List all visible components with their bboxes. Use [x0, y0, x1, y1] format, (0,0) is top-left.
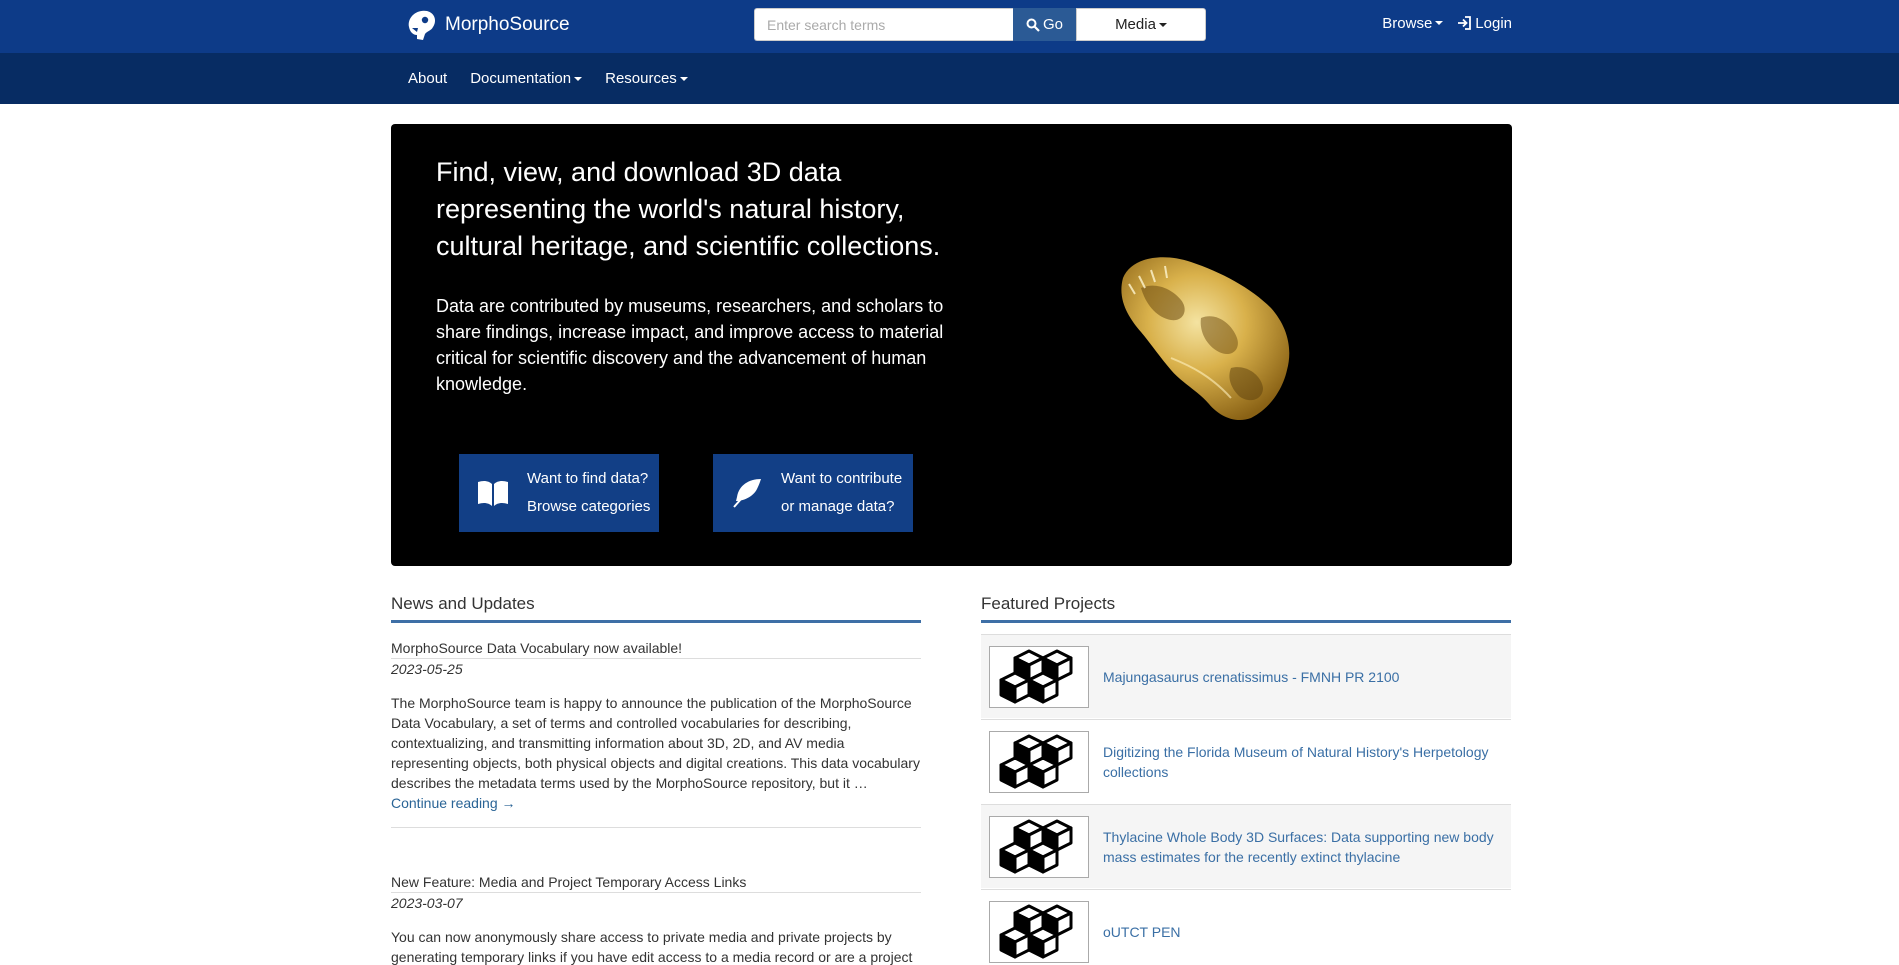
continue-reading-link[interactable]: Continue reading → [391, 795, 516, 811]
browse-dropdown[interactable]: Browse [1382, 14, 1444, 32]
news-item-title[interactable]: New Feature: Media and Project Temporary… [391, 874, 746, 890]
projects-heading-rule [981, 620, 1511, 623]
cubes-icon [999, 649, 1073, 703]
login-icon [1458, 16, 1472, 30]
brand-name: MorphoSource [445, 14, 570, 35]
nav-documentation-label: Documentation [470, 70, 572, 87]
caret-down-icon [679, 77, 688, 82]
search-bar: Go Media [754, 8, 1206, 41]
skull-specimen-image [1121, 257, 1290, 421]
top-right-nav: Browse Login [1364, 0, 1512, 46]
news-item-text: The MorphoSource team is happy to announ… [391, 695, 920, 791]
project-thumbnail [989, 645, 1089, 708]
caret-down-icon [574, 77, 583, 82]
media-scope-dropdown[interactable]: Media [1076, 8, 1206, 41]
divider [391, 658, 921, 659]
project-row[interactable]: Digitizing the Florida Museum of Natural… [981, 719, 1511, 803]
news-item-date: 2023-03-07 [391, 895, 463, 911]
contribute-line2: or manage data? [781, 498, 895, 515]
projects-heading: Featured Projects [981, 594, 1116, 613]
search-input[interactable] [754, 8, 1013, 41]
hero-banner: Find, view, and download 3D data represe… [391, 124, 1512, 566]
secondary-navbar: About Documentation Resources [0, 53, 1899, 104]
divider [391, 892, 921, 893]
find-data-line2: Browse categories [527, 498, 651, 515]
news-item-title[interactable]: MorphoSource Data Vocabulary now availab… [391, 640, 682, 656]
project-thumbnail [989, 815, 1089, 878]
find-data-button[interactable]: Want to find data? Browse categories [459, 454, 659, 532]
cubes-icon [999, 819, 1073, 873]
caret-down-icon [1158, 22, 1167, 27]
project-row[interactable]: Thylacine Whole Body 3D Surfaces: Data s… [981, 804, 1511, 888]
nav-documentation[interactable]: Documentation [470, 70, 583, 87]
news-item-body: The MorphoSource team is happy to announ… [391, 693, 926, 813]
contribute-data-button[interactable]: Want to contribute or manage data? [713, 454, 913, 532]
find-data-line1: Want to find data? [527, 470, 649, 487]
morphosource-logo-icon [408, 10, 435, 40]
brand-link[interactable]: MorphoSource [403, 6, 570, 44]
login-label: Login [1475, 14, 1512, 32]
nav-resources-label: Resources [605, 70, 677, 87]
browse-label: Browse [1382, 14, 1433, 32]
project-title[interactable]: oUTCT PEN [1103, 922, 1498, 942]
contribute-line1: Want to contribute [781, 470, 903, 487]
open-book-icon [478, 480, 508, 506]
nav-about[interactable]: About [408, 70, 447, 87]
go-button[interactable]: Go [1013, 8, 1076, 41]
hero-text: Data are contributed by museums, researc… [436, 296, 944, 394]
login-link[interactable]: Login [1457, 15, 1512, 32]
project-thumbnail [989, 730, 1089, 793]
media-scope-label: Media [1115, 16, 1156, 33]
project-row[interactable]: oUTCT PEN [981, 889, 1511, 965]
caret-down-icon [1435, 21, 1444, 25]
news-item-body: You can now anonymously share access to … [391, 929, 913, 965]
cubes-icon [999, 734, 1073, 788]
project-title[interactable]: Thylacine Whole Body 3D Surfaces: Data s… [1103, 827, 1498, 867]
news-item-date: 2023-05-25 [391, 661, 463, 677]
project-title[interactable]: Majungasaurus crenatissimus - FMNH PR 21… [1103, 667, 1498, 687]
feather-icon [733, 479, 761, 508]
project-thumbnail [989, 900, 1089, 963]
project-title[interactable]: Digitizing the Florida Museum of Natural… [1103, 742, 1498, 782]
go-label: Go [1042, 16, 1063, 33]
top-navbar: MorphoSource Go Media Browse Login [0, 0, 1899, 53]
nav-resources[interactable]: Resources [605, 70, 688, 87]
search-icon [1026, 18, 1040, 32]
cubes-icon [999, 904, 1073, 958]
news-heading: News and Updates [391, 594, 535, 613]
project-row[interactable]: Majungasaurus crenatissimus - FMNH PR 21… [981, 634, 1511, 718]
divider [391, 827, 921, 828]
news-heading-rule [391, 620, 921, 623]
hero-title: Find, view, and download 3D data represe… [436, 157, 941, 261]
